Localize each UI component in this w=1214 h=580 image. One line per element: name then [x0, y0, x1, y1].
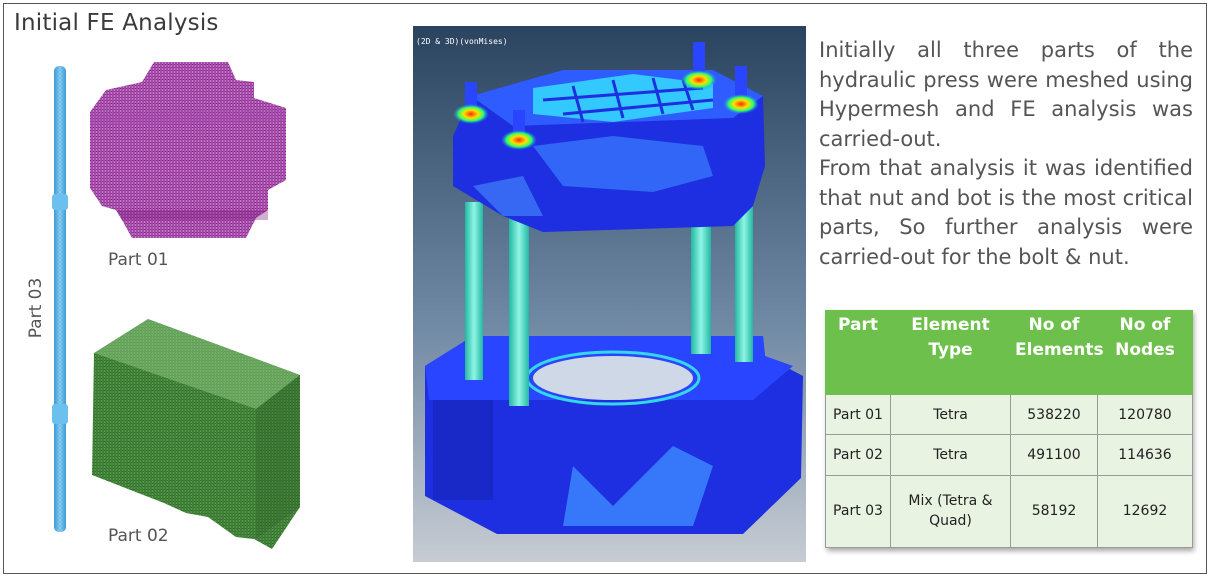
- cell-part: Part 01: [825, 393, 891, 436]
- description-paragraph-1: Initially all three parts of the hydraul…: [819, 38, 1193, 151]
- cell-part: Part 03: [825, 474, 891, 548]
- fe-analysis-result-render: [413, 26, 806, 562]
- cell-nodes: 120780: [1097, 393, 1193, 436]
- column-header-element-type: Element Type: [890, 310, 1011, 395]
- mesh-stats-table: Part Element Type No of Elements No of N…: [825, 310, 1193, 548]
- column-header-no-of-elements: No of Elements: [1010, 310, 1104, 395]
- cell-nodes: 12692: [1097, 474, 1193, 548]
- description-paragraph-2: From that analysis it was identified tha…: [819, 156, 1193, 269]
- cell-part: Part 02: [825, 434, 891, 476]
- part03-label: Part 03: [26, 277, 46, 339]
- cell-element-type: Tetra: [890, 434, 1011, 476]
- table-row: Part 01 Tetra 538220 120780: [825, 393, 1193, 436]
- cell-elements: 58192: [1010, 474, 1098, 548]
- cell-element-type: Mix (Tetra & Quad): [890, 474, 1011, 548]
- viewer-result-label: (2D & 3D)(vonMises): [416, 37, 508, 46]
- part01-label: Part 01: [108, 250, 169, 270]
- table-row: Part 03 Mix (Tetra & Quad) 58192 12692: [825, 474, 1193, 548]
- part02-label: Part 02: [108, 526, 169, 546]
- part01-mesh-render: [90, 62, 286, 238]
- slide-title: Initial FE Analysis: [14, 10, 219, 36]
- column-header-no-of-nodes: No of Nodes: [1097, 310, 1193, 395]
- table-row: Part 02 Tetra 491100 114636: [825, 434, 1193, 476]
- cell-nodes: 114636: [1097, 434, 1193, 476]
- cell-elements: 491100: [1010, 434, 1098, 476]
- analysis-description: Initially all three parts of the hydraul…: [819, 36, 1193, 272]
- cell-element-type: Tetra: [890, 393, 1011, 436]
- cell-elements: 538220: [1010, 393, 1098, 436]
- column-header-part: Part: [825, 310, 891, 395]
- part02-mesh-render: [92, 319, 300, 549]
